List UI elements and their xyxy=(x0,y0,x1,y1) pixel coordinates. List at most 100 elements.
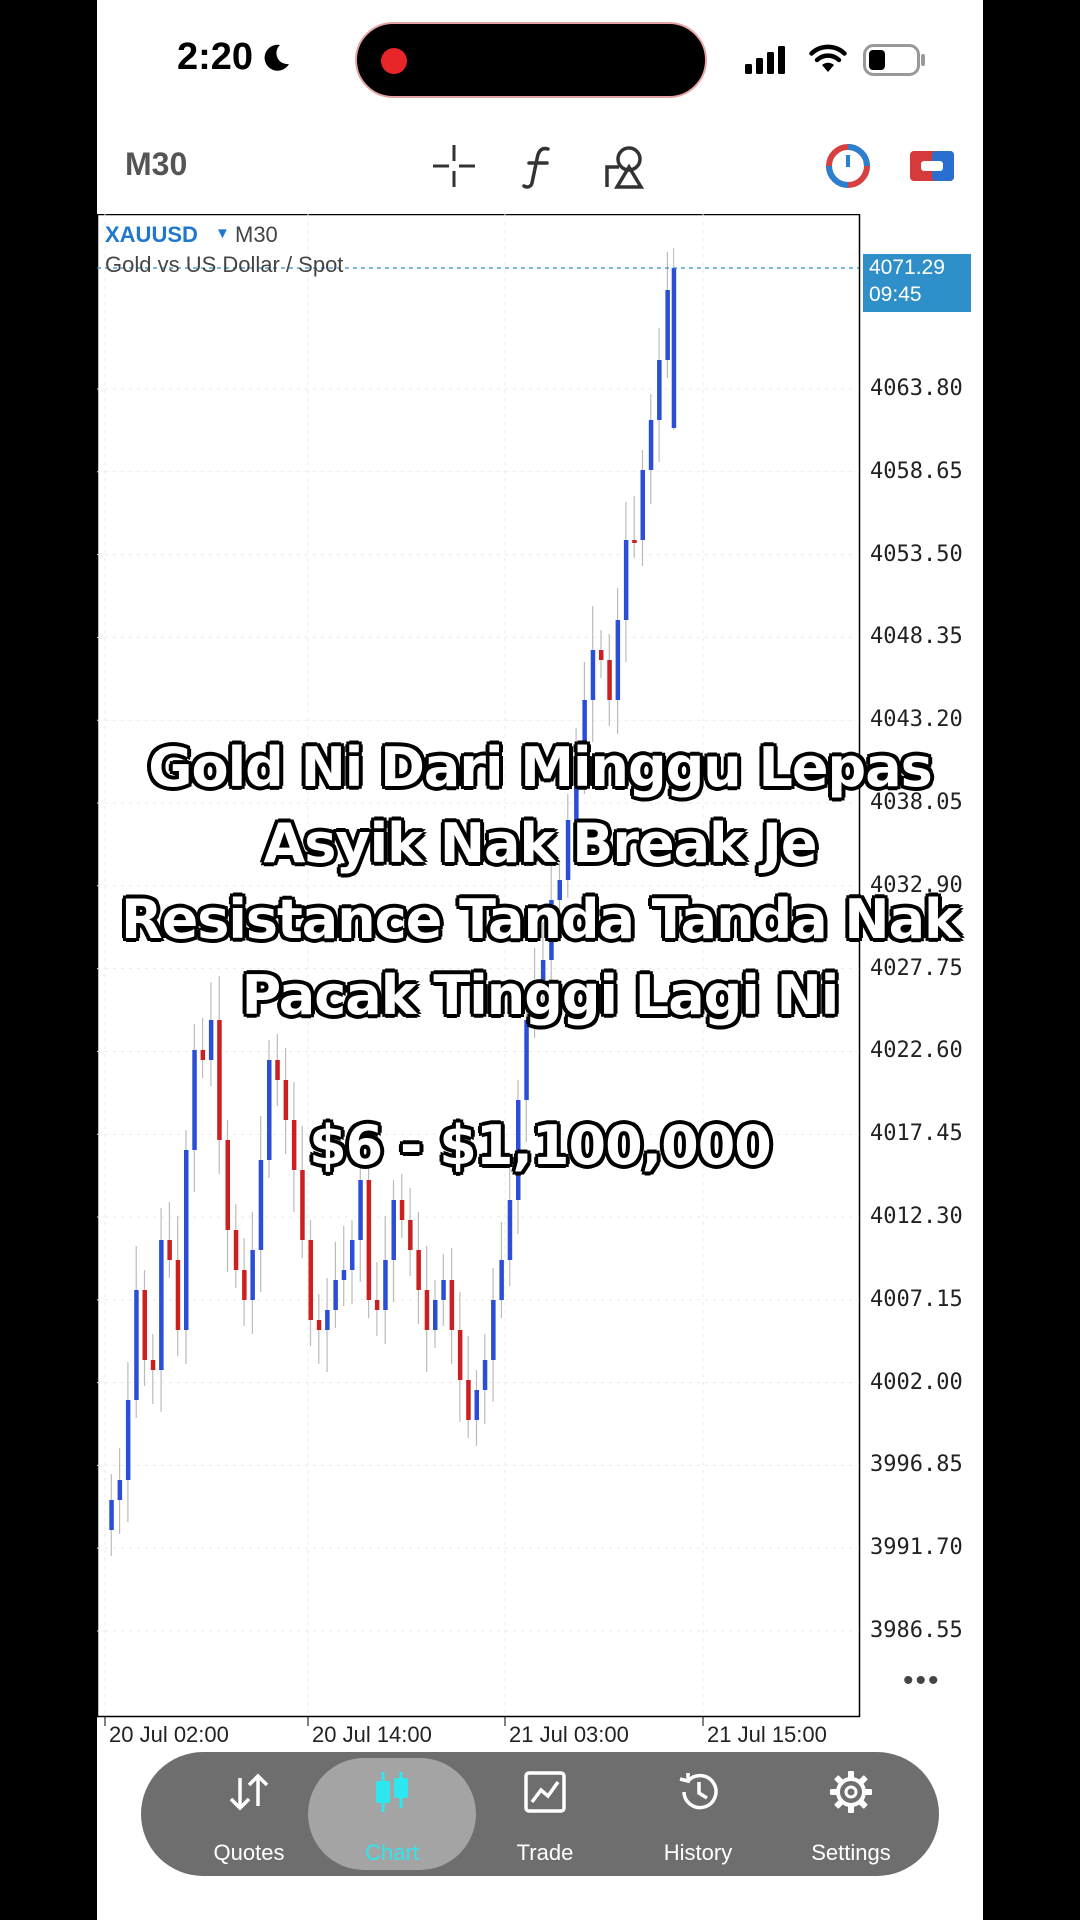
quotes-icon xyxy=(229,1773,269,1811)
candle-bullish xyxy=(433,1300,438,1330)
candle-bullish xyxy=(134,1290,139,1400)
caption-line-2: Asyik Nak Break Je xyxy=(263,812,818,875)
tab-trade[interactable]: Trade xyxy=(465,1752,625,1876)
candle-bearish xyxy=(366,1180,372,1300)
candle-bearish xyxy=(142,1290,147,1360)
chart-symbol[interactable]: XAUUSD xyxy=(105,222,198,248)
price-tick: 4002.00 xyxy=(870,1369,963,1395)
price-tick: 4007.15 xyxy=(870,1286,963,1312)
price-tick: 4053.50 xyxy=(870,541,963,567)
price-tick: 4038.05 xyxy=(870,790,963,815)
price-tick: 4017.45 xyxy=(870,1121,963,1147)
gear-icon xyxy=(830,1771,872,1813)
candle-current xyxy=(671,268,677,428)
price-tick: 4022.60 xyxy=(870,1038,963,1064)
candle-bullish xyxy=(391,1200,396,1260)
candle-bullish xyxy=(474,1390,479,1420)
candle-bearish xyxy=(399,1200,405,1220)
candle-bearish xyxy=(150,1360,156,1370)
candle-bearish xyxy=(374,1300,380,1310)
recording-dot-icon xyxy=(381,48,407,74)
candle-bearish xyxy=(457,1330,463,1380)
candle-bullish xyxy=(125,1400,131,1480)
candle-bearish xyxy=(416,1250,421,1290)
one-click-trading-icon[interactable] xyxy=(825,143,871,189)
candle-bearish xyxy=(466,1380,471,1420)
candle-bullish xyxy=(590,650,596,700)
time-tick: 21 Jul 03:00 xyxy=(509,1722,629,1747)
history-clock-icon xyxy=(679,1773,718,1810)
candle-bullish xyxy=(250,1250,255,1300)
new-order-icon[interactable] xyxy=(909,143,955,189)
crosshair-icon[interactable] xyxy=(431,143,477,189)
current-price: 4071.29 xyxy=(869,256,945,279)
status-time: 2:20 xyxy=(177,36,254,78)
price-tick: 4043.20 xyxy=(870,707,963,733)
candle-bullish xyxy=(623,540,629,620)
caption-line-3: Resistance Tanda Tanda Nak xyxy=(121,888,960,951)
tab-quotes-label: Quotes xyxy=(213,1840,285,1865)
candle-bullish xyxy=(482,1360,488,1390)
trade-icon xyxy=(524,1771,566,1813)
candle-bullish xyxy=(159,1240,164,1370)
candle-bearish xyxy=(308,1240,313,1320)
price-tick: 4063.80 xyxy=(870,376,963,401)
price-tick: 3996.85 xyxy=(870,1452,963,1478)
candle-bullish xyxy=(640,470,645,540)
tab-settings[interactable]: Settings xyxy=(771,1752,931,1876)
tab-quotes[interactable]: Quotes xyxy=(169,1752,329,1876)
candle-bearish xyxy=(167,1240,172,1260)
candle-bullish xyxy=(341,1270,347,1280)
indicators-icon[interactable] xyxy=(517,143,563,189)
caption-line-1: Gold Ni Dari Minggu Lepas xyxy=(148,736,933,799)
candle-bullish xyxy=(383,1260,388,1310)
price-tick: 4012.30 xyxy=(870,1204,963,1229)
tab-chart-label: Chart xyxy=(365,1840,419,1865)
candle-bullish xyxy=(109,1500,114,1530)
tab-chart[interactable]: Chart xyxy=(312,1752,472,1876)
bottom-navigation: Quotes Chart Trade History Settings xyxy=(141,1752,939,1876)
candle-bearish xyxy=(233,1230,239,1270)
phone-screen: 2:20 M30 XAUUSD ▼ M30 Gold vs US Dollar … xyxy=(97,0,983,1920)
candle-bullish xyxy=(615,620,621,700)
candle-bearish xyxy=(632,540,637,543)
time-tick: 20 Jul 14:00 xyxy=(312,1722,432,1747)
candle-bearish xyxy=(424,1290,430,1330)
chart-symbol-description: Gold vs US Dollar / Spot xyxy=(105,252,344,277)
chart-symbol-timeframe: M30 xyxy=(235,222,278,247)
more-options-icon[interactable]: ••• xyxy=(903,1664,941,1698)
caption-line-4: Pacak Tinggi Lagi Ni xyxy=(241,964,840,1027)
candle-bearish xyxy=(607,660,612,700)
current-bar-time: 09:45 xyxy=(869,283,922,306)
price-tick: 3991.70 xyxy=(870,1535,963,1561)
chart-candles-icon xyxy=(376,1772,408,1812)
drawing-objects-icon[interactable] xyxy=(603,143,649,189)
tab-settings-label: Settings xyxy=(811,1840,891,1865)
candle-bullish xyxy=(358,1180,363,1240)
candle-bearish xyxy=(408,1220,413,1250)
dynamic-island xyxy=(355,22,707,98)
cellular-signal-icon xyxy=(745,46,785,74)
tab-trade-label: Trade xyxy=(516,1840,574,1865)
candle-bearish xyxy=(175,1260,181,1330)
candle-bearish xyxy=(200,1050,206,1060)
symbol-dropdown-icon[interactable]: ▼ xyxy=(215,225,230,242)
time-tick: 21 Jul 15:00 xyxy=(707,1722,827,1747)
candle-bullish xyxy=(491,1300,496,1360)
candle-bearish xyxy=(449,1280,455,1330)
candle-bullish xyxy=(441,1280,446,1300)
price-tick: 4058.65 xyxy=(870,458,963,484)
candle-bullish xyxy=(333,1280,338,1310)
caption-price-range: $6 - $1,100,000 xyxy=(309,1114,772,1177)
timeframe-button[interactable]: M30 xyxy=(125,146,187,183)
tab-history-label: History xyxy=(663,1840,733,1865)
current-price-tag: 4071.29 09:45 xyxy=(863,254,971,312)
candle-bullish xyxy=(117,1480,123,1500)
tab-history[interactable]: History xyxy=(618,1752,778,1876)
candle-bullish xyxy=(499,1260,504,1300)
candle-bullish xyxy=(325,1310,330,1330)
price-tick: 4027.75 xyxy=(870,955,963,981)
candle-bullish xyxy=(507,1200,513,1260)
candle-bullish xyxy=(657,360,662,420)
price-tick: 3986.55 xyxy=(870,1618,963,1643)
